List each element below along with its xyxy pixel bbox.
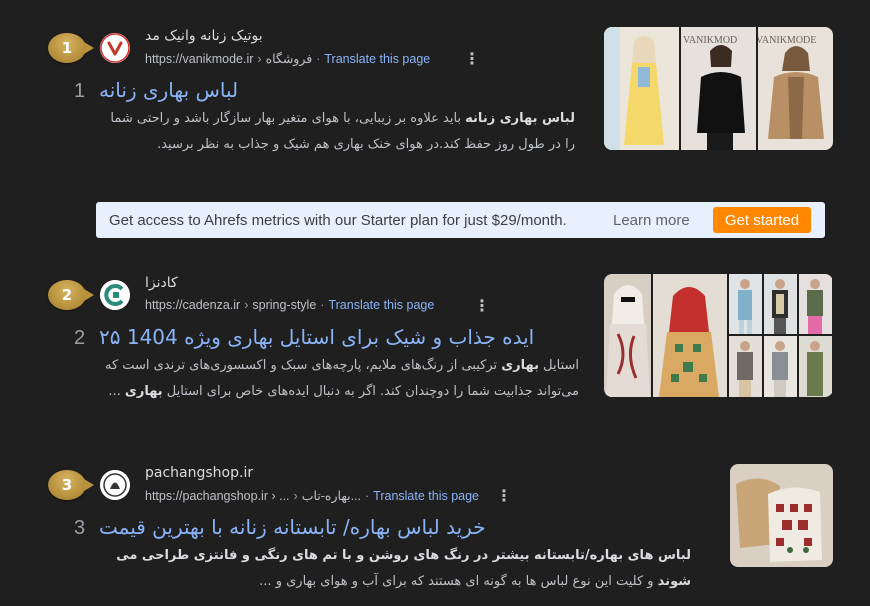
snippet-bold: بهاری xyxy=(501,358,540,373)
result-snippet: لباس بهاری زنانه باید علاوه بر زیبایی، ب… xyxy=(99,106,575,158)
snippet-bold: لباس بهاری زنانه xyxy=(465,111,575,126)
result-snippet: لباس های بهاره/تابستانه بیشتر در رنگ های… xyxy=(99,543,691,595)
learn-more-link[interactable]: Learn more xyxy=(613,212,690,229)
thumbnail-1[interactable] xyxy=(604,274,651,397)
clothing-set-image xyxy=(730,464,833,567)
result-title[interactable]: لباس بهاری زنانه xyxy=(99,78,238,102)
site-favicon[interactable] xyxy=(100,470,130,500)
outfit-image xyxy=(764,274,797,334)
thumbnail-1[interactable] xyxy=(730,464,833,567)
dot-separator: · xyxy=(316,52,321,66)
yellow-dress-image xyxy=(604,27,679,150)
hijab-woman-image xyxy=(604,274,651,397)
breadcrumb: بهاره-تاب... xyxy=(301,489,361,503)
rank-number: 2 xyxy=(74,327,86,349)
thumbnail-grid xyxy=(729,274,832,397)
rank-number: 3 xyxy=(74,517,86,539)
thumbnail-6[interactable] xyxy=(729,336,762,397)
outfit-image xyxy=(764,336,797,397)
breadcrumb: فروشگاه xyxy=(265,52,313,66)
snippet-text: استایل xyxy=(539,358,579,373)
breadcrumb-separator: › xyxy=(293,489,298,503)
thumbnail-7[interactable] xyxy=(764,336,797,397)
get-started-button[interactable]: Get started xyxy=(713,207,811,233)
vanik-logo-icon xyxy=(100,33,130,63)
thumbnail-5[interactable] xyxy=(799,274,832,334)
rank-badge-label: 1 xyxy=(61,39,73,57)
url-text: https://vanikmode.ir xyxy=(145,52,254,66)
translate-link[interactable]: Translate this page xyxy=(328,298,434,312)
thumbnail-1[interactable] xyxy=(604,27,679,150)
thumbnail-3[interactable]: VANIKMODE xyxy=(758,27,833,150)
snippet-text: ... xyxy=(108,384,125,399)
rank-number: 1 xyxy=(74,80,86,102)
result-thumbnails[interactable] xyxy=(730,464,833,567)
site-name[interactable]: بوتیک زنانه وانیک مد xyxy=(145,28,263,44)
result-thumbnails[interactable]: VANIKMOD VANIKMODE xyxy=(604,27,833,150)
outfit-image xyxy=(799,274,832,334)
snippet-bold: بهاری xyxy=(124,384,163,399)
outfit-image xyxy=(729,274,762,334)
snippet-text: و کلیت این نوع لباس ها به گونه ای هستند … xyxy=(259,574,658,589)
breadcrumb-separator: › xyxy=(257,52,262,66)
more-vert-icon[interactable]: ⋮ xyxy=(464,49,480,68)
rank-badge: 2 xyxy=(48,280,94,310)
result-snippet: استایل بهاری ترکیبی از رنگ‌های ملایم، پا… xyxy=(99,353,579,405)
translate-link[interactable]: Translate this page xyxy=(324,52,430,66)
watermark-label: VANIKMOD xyxy=(683,35,738,46)
result-thumbnails[interactable] xyxy=(604,274,833,397)
cadenza-logo-icon xyxy=(100,280,130,310)
search-result-1: 1 بوتیک زنانه وانیک مد https://vanikmode… xyxy=(0,0,870,190)
result-title[interactable]: ۲۵ ایده جذاب و شیک برای استایل بهاری ویژ… xyxy=(99,325,534,349)
red-scarf-image xyxy=(653,274,727,397)
url-text: https://cadenza.ir xyxy=(145,298,241,312)
promo-message: Get access to Ahrefs metrics with our St… xyxy=(109,211,567,229)
outfit-image xyxy=(799,336,832,397)
thumbnail-3[interactable] xyxy=(729,274,762,334)
translate-link[interactable]: Translate this page xyxy=(373,489,479,503)
thumbnail-8[interactable] xyxy=(799,336,832,397)
site-favicon[interactable] xyxy=(100,280,130,310)
more-vert-icon[interactable]: ⋮ xyxy=(474,296,490,315)
breadcrumb: spring-style xyxy=(252,298,317,312)
url-text: https://pachangshop.ir › ... xyxy=(145,489,290,503)
breadcrumb-separator: › xyxy=(244,298,249,312)
pachang-logo-icon xyxy=(100,470,130,500)
site-url[interactable]: https://cadenza.ir › spring-style · Translat… xyxy=(145,298,434,312)
site-name[interactable]: کادنزا xyxy=(145,275,178,291)
rank-badge: 3 xyxy=(48,470,94,500)
dot-separator: · xyxy=(320,298,325,312)
more-vert-icon[interactable]: ⋮ xyxy=(496,486,512,505)
rank-badge-label: 3 xyxy=(61,476,73,494)
rank-badge: 1 xyxy=(48,33,94,63)
watermark-label: VANIKMODE xyxy=(758,35,817,46)
thumbnail-2[interactable]: VANIKMOD xyxy=(681,27,756,150)
ahrefs-promo-banner: Get access to Ahrefs metrics with our St… xyxy=(96,202,825,238)
thumbnail-2[interactable] xyxy=(653,274,727,397)
site-url[interactable]: https://pachangshop.ir › ... › بهاره-تاب..… xyxy=(145,488,479,503)
outfit-image xyxy=(729,336,762,397)
site-name[interactable]: pachangshop.ir xyxy=(145,465,253,481)
site-favicon[interactable] xyxy=(100,33,130,63)
dot-separator: · xyxy=(364,489,370,503)
thumbnail-4[interactable] xyxy=(764,274,797,334)
result-title[interactable]: خرید لباس بهاره/ تابستانه زنانه با بهتری… xyxy=(99,515,486,539)
rank-badge-label: 2 xyxy=(61,286,73,304)
site-url[interactable]: https://vanikmode.ir › فروشگاه · Translate t… xyxy=(145,51,430,66)
